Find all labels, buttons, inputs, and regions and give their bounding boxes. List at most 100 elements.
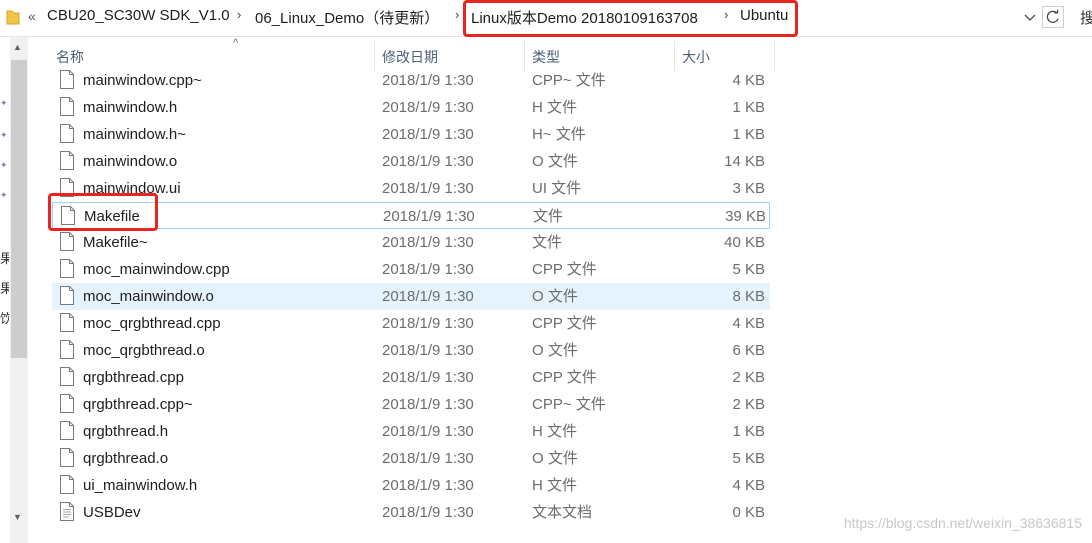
file-icon [60,340,74,359]
refresh-icon[interactable] [1042,6,1064,28]
file-row[interactable]: ui_mainwindow.h 2018/1/9 1:30 H 文件 4 KB [52,472,770,499]
file-icon [60,475,74,494]
scroll-down-icon[interactable]: ▼ [13,512,22,522]
breadcrumb-separator[interactable]: › [237,7,241,22]
file-date: 2018/1/9 1:30 [382,369,474,386]
file-icon [60,448,74,467]
file-name: moc_qrgbthread.cpp [83,315,221,332]
file-name: Makefile~ [83,234,148,251]
file-date: 2018/1/9 1:30 [382,342,474,359]
folder-icon [6,10,20,25]
file-row[interactable]: moc_qrgbthread.o 2018/1/9 1:30 O 文件 6 KB [52,337,770,364]
file-date: 2018/1/9 1:30 [382,504,474,521]
nav-item-clipped[interactable]: 果 [0,278,9,297]
file-type: O 文件 [532,342,578,359]
file-type: O 文件 [532,450,578,467]
file-icon [60,313,74,332]
file-row[interactable]: qrgbthread.h 2018/1/9 1:30 H 文件 1 KB [52,418,770,445]
file-size: 6 KB [732,342,765,359]
search-box-clipped[interactable]: 搜 [1080,7,1092,28]
nav-item-clipped[interactable]: 果 [0,248,9,267]
column-header-type[interactable]: 类型 [528,37,674,71]
file-name: moc_mainwindow.cpp [83,261,230,278]
file-row[interactable]: qrgbthread.cpp 2018/1/9 1:30 CPP 文件 2 KB [52,364,770,391]
file-date: 2018/1/9 1:30 [382,261,474,278]
text-document-icon [60,502,74,521]
file-size: 4 KB [732,315,765,332]
breadcrumb-overflow[interactable]: « [28,8,36,24]
file-icon [60,124,74,143]
file-size: 2 KB [732,369,765,386]
file-name: Makefile [84,208,140,225]
file-type: CPP~ 文件 [532,72,606,89]
file-type: H 文件 [532,99,578,116]
file-icon [60,232,74,251]
file-row[interactable]: qrgbthread.cpp~ 2018/1/9 1:30 CPP~ 文件 2 KB [52,391,770,418]
breadcrumb-item-ubuntu[interactable]: Ubuntu [740,7,788,24]
file-icon [61,206,75,225]
column-header-name[interactable]: 名称 [52,37,374,71]
file-icon [60,97,74,116]
file-type: O 文件 [532,288,578,305]
column-header-date[interactable]: 修改日期 [378,37,524,71]
file-row[interactable]: mainwindow.h~ 2018/1/9 1:30 H~ 文件 1 KB [52,121,770,148]
file-size: 4 KB [732,477,765,494]
file-size: 39 KB [725,208,766,225]
file-name: qrgbthread.cpp [83,369,184,386]
column-divider[interactable] [774,41,775,71]
file-name: USBDev [83,504,141,521]
breadcrumb-item-linux-demo[interactable]: 06_Linux_Demo（待更新） [255,7,439,28]
nav-item-clipped[interactable]: 饮 [0,308,9,327]
file-row[interactable]: Makefile~ 2018/1/9 1:30 文件 40 KB [52,229,770,256]
file-type: H 文件 [532,423,578,440]
file-name: moc_qrgbthread.o [83,342,205,359]
file-size: 3 KB [732,180,765,197]
file-type: CPP 文件 [532,261,597,278]
breadcrumb-item-linux-version[interactable]: Linux版本Demo 20180109163708 [471,7,698,28]
file-size: 8 KB [732,288,765,305]
file-date: 2018/1/9 1:30 [382,153,474,170]
file-name: mainwindow.o [83,153,178,170]
file-name: mainwindow.ui [83,180,181,197]
file-date: 2018/1/9 1:30 [382,315,474,332]
file-size: 1 KB [732,99,765,116]
file-row[interactable]: mainwindow.o 2018/1/9 1:30 O 文件 14 KB [52,148,770,175]
column-header-size[interactable]: 大小 [678,37,774,71]
chevron-down-icon[interactable] [1022,9,1038,25]
address-bar[interactable]: « CBU20_SC30W SDK_V1.0 › 06_Linux_Demo（待… [0,0,1092,37]
file-name: ui_mainwindow.h [83,477,198,494]
file-date: 2018/1/9 1:30 [382,180,474,197]
file-row[interactable]: mainwindow.h 2018/1/9 1:30 H 文件 1 KB [52,94,770,121]
file-size: 0 KB [732,504,765,521]
breadcrumb-item-sdk[interactable]: CBU20_SC30W SDK_V1.0 [47,7,230,24]
file-size: 1 KB [732,423,765,440]
file-name: qrgbthread.h [83,423,169,440]
file-row[interactable]: moc_mainwindow.o 2018/1/9 1:30 O 文件 8 KB [52,283,770,310]
file-date: 2018/1/9 1:30 [382,423,474,440]
file-icon [60,367,74,386]
file-row[interactable]: qrgbthread.o 2018/1/9 1:30 O 文件 5 KB [52,445,770,472]
file-type: H 文件 [532,477,578,494]
file-icon [60,151,74,170]
file-date: 2018/1/9 1:30 [382,99,474,116]
file-icon [60,259,74,278]
file-type: 文本文档 [532,504,593,521]
file-date: 2018/1/9 1:30 [382,288,474,305]
file-date: 2018/1/9 1:30 [382,72,474,89]
file-row[interactable]: mainwindow.cpp~ 2018/1/9 1:30 CPP~ 文件 4 KB [52,67,770,94]
file-row[interactable]: USBDev 2018/1/9 1:30 文本文档 0 KB [52,499,770,526]
file-row[interactable]: moc_mainwindow.cpp 2018/1/9 1:30 CPP 文件 5 K… [52,256,770,283]
file-size: 40 KB [724,234,765,251]
file-type: UI 文件 [532,180,582,197]
file-icon [60,286,74,305]
scroll-up-icon[interactable]: ▲ [13,42,22,52]
breadcrumb-separator[interactable]: › [455,7,459,22]
breadcrumb-separator[interactable]: › [724,7,728,22]
file-row[interactable]: moc_qrgbthread.cpp 2018/1/9 1:30 CPP 文件 4 K… [52,310,770,337]
file-row[interactable]: mainwindow.ui 2018/1/9 1:30 UI 文件 3 KB [52,175,770,202]
file-type: CPP~ 文件 [532,396,606,413]
file-date: 2018/1/9 1:30 [382,450,474,467]
file-row[interactable]: Makefile 2018/1/9 1:30 文件 39 KB [52,202,770,229]
file-icon [60,394,74,413]
nav-scrollbar-thumb[interactable] [11,60,27,358]
